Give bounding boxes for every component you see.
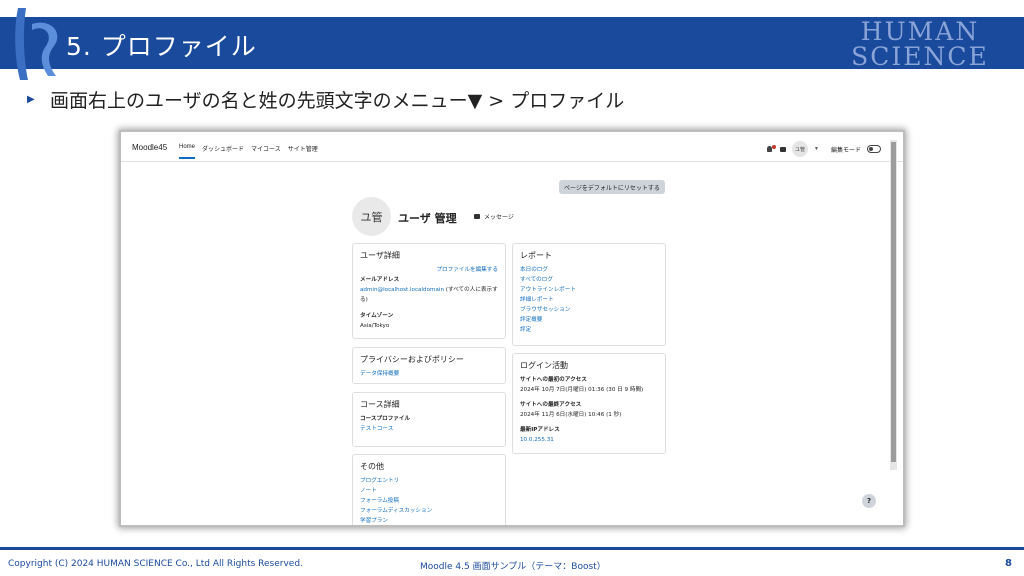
primary-navigation: Home ダッシュボード マイコース サイト管理 [179, 144, 318, 159]
bullet-instruction: 画面右上のユーザの名と姓の先頭文字のメニュー▼ > プロファイル [50, 90, 625, 112]
brand-line-1: HUMAN [860, 17, 980, 46]
course-profile-label: コースプロファイル [360, 416, 411, 422]
last-ip-label: 最新IPアドレス [520, 427, 560, 433]
profile-user-name: ユーザ 管理 [398, 212, 457, 225]
nav-item-my-courses[interactable]: マイコース [251, 144, 281, 159]
message-icon [474, 214, 480, 219]
slide-title: 5. プロファイル [66, 32, 257, 61]
profile-avatar: ユ管 [352, 197, 391, 236]
edit-mode-label: 編集モード [830, 147, 861, 154]
first-access-label: サイトへの最初のアクセス [520, 377, 587, 383]
card-title: レポート [520, 251, 552, 260]
timezone-value: Asia/Tokyo [360, 323, 390, 329]
company-logo-icon [15, 8, 58, 80]
nav-item-dashboard[interactable]: ダッシュボード [202, 144, 244, 159]
nav-item-home[interactable]: Home [179, 144, 196, 159]
moodle-navbar: Moodle45 Home ダッシュボード マイコース サイト管理 ユ管 ▼ 編… [121, 132, 903, 162]
misc-link[interactable]: ノート [360, 486, 498, 496]
reports-card: レポート 本日のログ すべてのログ アウトラインレポート 詳細レポート ブラウザ… [512, 243, 666, 346]
footer-caption: Moodle 4.5 画面サンプル（テーマ：Boost） [420, 562, 606, 572]
report-link[interactable]: 詳細レポート [520, 295, 658, 305]
misc-link[interactable]: フォーラム投稿 [360, 496, 498, 506]
report-link[interactable]: 評定概要 [520, 315, 658, 325]
card-title: ログイン活動 [520, 361, 568, 370]
chevron-down-icon[interactable]: ▼ [814, 146, 819, 152]
report-link[interactable]: 評定 [520, 325, 658, 335]
nav-item-site-admin[interactable]: サイト管理 [288, 144, 318, 159]
site-name-link[interactable]: Moodle45 [132, 143, 167, 152]
last-ip-value[interactable]: 10.0.255.31 [520, 435, 658, 445]
last-access-value: 2024年 11月 6日(水曜日) 10:46 (1 秒) [520, 412, 622, 418]
brand-line-2: SCIENCE [851, 42, 989, 71]
card-title: コース詳細 [360, 400, 400, 409]
page-number: 8 [1005, 558, 1012, 569]
report-link[interactable]: ブラウザセッション [520, 305, 658, 315]
misc-link[interactable]: フォーラムディスカッション [360, 506, 498, 516]
bullet-triangle-icon: ▶ [27, 94, 35, 105]
data-retention-link[interactable]: データ保持概要 [360, 369, 498, 379]
card-title: ユーザ詳細 [360, 251, 400, 260]
navbar-user-area: ユ管 ▼ 編集モード [767, 141, 881, 157]
edit-profile-link[interactable]: プロファイルを編集する [360, 265, 498, 275]
misc-link[interactable]: 学習プラン [360, 516, 498, 525]
edit-mode-toggle[interactable] [867, 145, 881, 153]
footer-copyright: Copyright (C) 2024 HUMAN SCIENCE Co., Lt… [8, 559, 303, 569]
report-link[interactable]: すべてのログ [520, 275, 658, 285]
help-button[interactable]: ? [862, 494, 876, 508]
chat-icon[interactable] [780, 146, 787, 152]
course-details-card: コース詳細 コースプロファイル テストコース [352, 392, 506, 447]
login-activity-card: ログイン活動 サイトへの最初のアクセス 2024年 10月 7日(月曜日) 01… [512, 353, 666, 454]
report-link[interactable]: 本日のログ [520, 265, 658, 275]
page-scrollbar[interactable] [890, 140, 897, 470]
privacy-card: プライバシーおよびポリシー データ保持概要 [352, 347, 506, 384]
first-access-value: 2024年 10月 7日(月曜日) 01:36 (30 日 9 時間) [520, 387, 644, 393]
email-row: admin@localhost.localdomain (すべての人に表示する) [360, 285, 498, 305]
card-title: プライバシーおよびポリシー [360, 355, 464, 364]
report-link[interactable]: アウトラインレポート [520, 285, 658, 295]
message-link[interactable]: メッセージ [474, 212, 514, 221]
email-value[interactable]: admin@localhost.localdomain [360, 287, 444, 293]
misc-card: その他 ブログエントリ ノート フォーラム投稿 フォーラムディスカッション 学習… [352, 454, 506, 525]
moodle-screenshot: Moodle45 Home ダッシュボード マイコース サイト管理 ユ管 ▼ 編… [121, 132, 903, 525]
reset-page-button[interactable]: ページをデフォルトにリセットする [559, 180, 665, 194]
bell-icon[interactable] [767, 144, 777, 153]
brand-wordmark: HUMAN SCIENCE [840, 19, 1000, 69]
footer-divider [0, 547, 1024, 550]
misc-link[interactable]: ブログエントリ [360, 476, 498, 486]
message-link-label: メッセージ [484, 214, 514, 221]
email-label: メールアドレス [360, 277, 400, 283]
card-title: その他 [360, 462, 384, 471]
last-access-label: サイトへの最終アクセス [520, 402, 582, 408]
user-menu-avatar[interactable]: ユ管 [792, 141, 809, 157]
scrollbar-thumb[interactable] [891, 142, 896, 462]
course-link[interactable]: テストコース [360, 424, 498, 434]
timezone-label: タイムゾーン [360, 313, 394, 319]
user-details-card: ユーザ詳細 プロファイルを編集する メールアドレス admin@localhos… [352, 243, 506, 339]
